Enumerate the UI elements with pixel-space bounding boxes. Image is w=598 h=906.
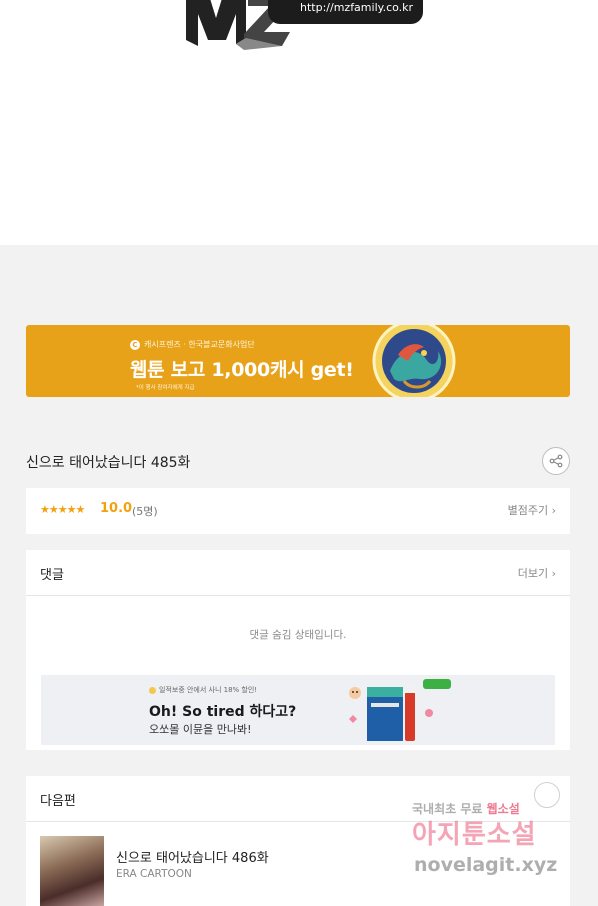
promo-banner[interactable]: C 캐시프렌즈 · 한국블교문화사업단 웹툰 보고 1,000캐시 get! *… — [26, 325, 570, 397]
episode-title-row: 신으로 태어났습니다 485화 — [26, 447, 570, 475]
ad-small-label: 일적보중 안에서 사니 18% 할인! — [159, 686, 258, 694]
episode-title: 신으로 태어났습니다 485화 — [26, 455, 191, 471]
rating-count: (5명) — [132, 505, 158, 518]
ad-headline: Oh! So tired 하다고? — [149, 704, 297, 720]
comments-title: 댓글 — [40, 568, 64, 583]
share-button[interactable] — [542, 447, 570, 475]
rate-button[interactable]: 별점주기 › — [508, 502, 556, 518]
rating-card: ★★★★★ 10.0 (5명) 별점주기 › — [26, 488, 570, 534]
rating-score: 10.0 — [100, 501, 133, 516]
promo-sponsor: C 캐시프렌즈 · 한국블교문화사업단 — [130, 339, 255, 350]
mz-url-text[interactable]: http://mzfamily.co.kr — [300, 1, 413, 14]
promo-sponsor-text: 캐시프렌즈 · 한국블교문화사업단 — [144, 340, 255, 349]
share-icon — [549, 454, 563, 468]
comments-more-link[interactable]: 더보기 › — [518, 565, 556, 581]
promo-fine-print: *이 행사 참여자에게 지급 — [136, 385, 195, 391]
ad-small-text: 일적보중 안에서 사니 18% 할인! — [149, 685, 257, 695]
comments-header: 댓글 더보기 › — [26, 550, 570, 596]
sponsor-logo-icon: C — [130, 339, 140, 350]
comments-hidden-message: 댓글 숨김 상태입니다. — [249, 629, 347, 641]
rating-stars: ★★★★★ — [40, 503, 85, 516]
ad-dot-icon — [149, 686, 156, 694]
ad-subtext: 오쏘몰 이뮨을 만나봐! — [149, 723, 252, 736]
next-episode-title[interactable]: 신으로 태어났습니다 486화 — [116, 847, 269, 866]
comments-section: 댓글 더보기 › 댓글 숨김 상태입니다. 일적보중 안에서 사니 18% 할인… — [26, 550, 570, 750]
site-watermark: 국내최초 무료 웹소설 아지툰소설 novelagit.xyz — [410, 800, 580, 890]
ad-banner[interactable]: 일적보중 안에서 사니 18% 할인! Oh! So tired 하다고? 오쏘… — [41, 675, 555, 745]
promo-headline: 웹툰 보고 1,000캐시 get! — [130, 359, 354, 381]
dragon-emblem-icon — [372, 325, 456, 397]
next-episode-thumbnail[interactable] — [40, 836, 104, 906]
next-episode-author: ERA CARTOON — [116, 868, 192, 880]
top-content-area: http://mzfamily.co.kr — [0, 0, 598, 245]
watermark-domain: novelagit.xyz — [414, 854, 558, 876]
product-image-icon — [349, 679, 451, 741]
watermark-brand: 아지툰소설 — [412, 820, 537, 850]
